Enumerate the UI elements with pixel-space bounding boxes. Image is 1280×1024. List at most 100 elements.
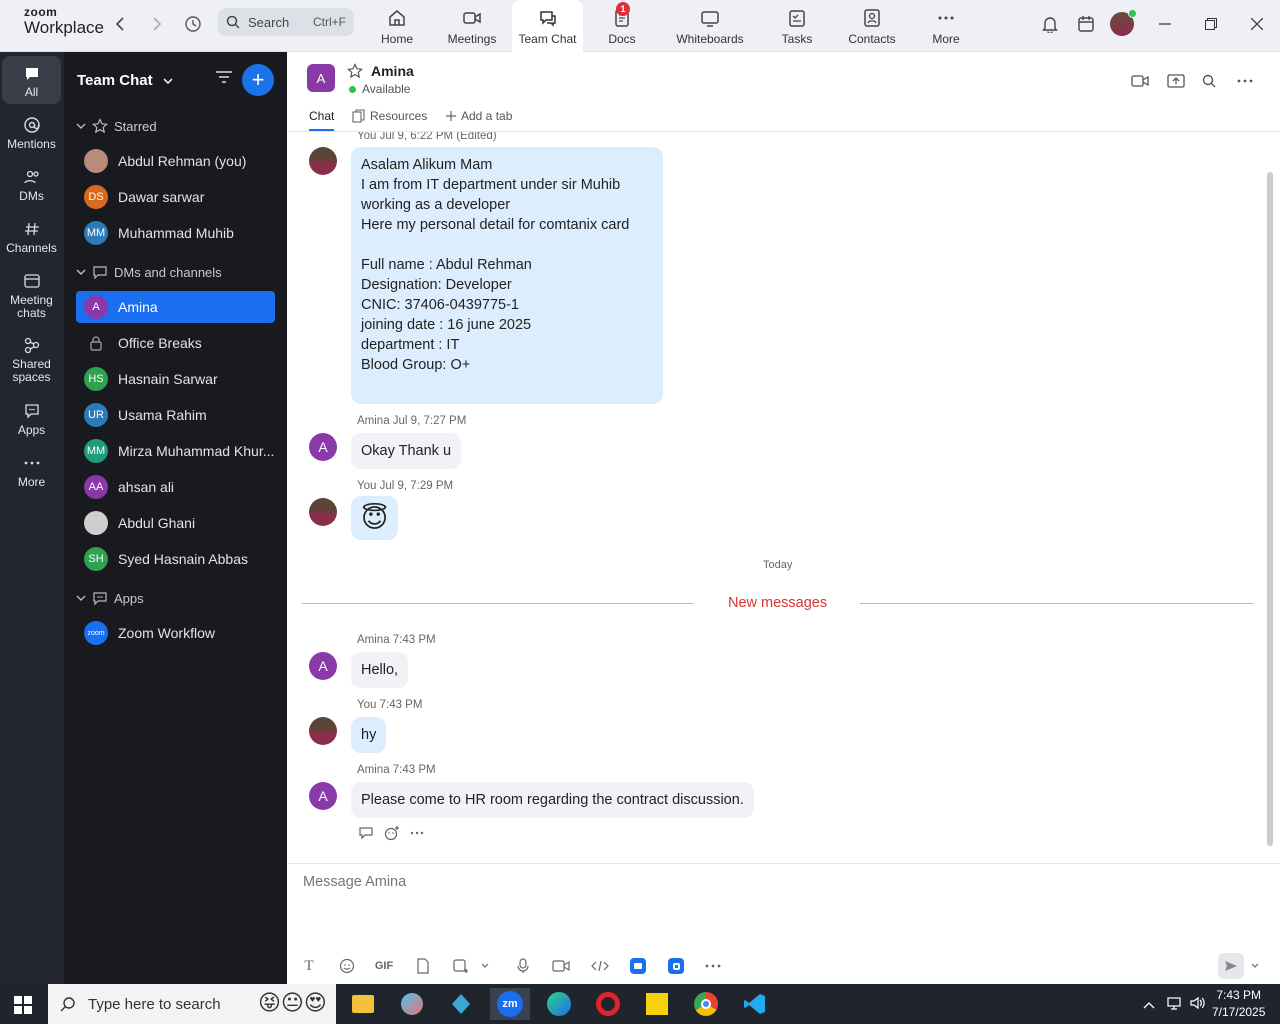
tab-docs[interactable]: 1 Docs [600,0,644,52]
tab-team-chat[interactable]: Team Chat [512,0,583,52]
tab-add[interactable]: Add a tab [445,109,512,123]
rail-dms[interactable]: DMs [2,168,61,203]
chat-list-item[interactable]: A Amina [76,291,275,323]
file-icon[interactable] [413,956,433,976]
message-bubble[interactable]: Asalam Alikum Mam I am from IT department… [351,147,663,404]
system-clock[interactable]: 7:43 PM 7/17/2025 [1212,987,1265,1021]
chat-list-item[interactable]: AA ahsan ali [76,471,275,503]
rail-all[interactable]: All [2,56,61,104]
tab-meetings[interactable]: Meetings [444,0,500,52]
zoom-taskbar-icon[interactable]: zm [490,988,530,1020]
tab-contacts[interactable]: Contacts [847,0,897,52]
more-dots-icon[interactable] [703,956,723,976]
rail-mentions[interactable]: Mentions [2,116,61,151]
microphone-icon[interactable] [513,956,533,976]
avatar[interactable]: A [309,782,337,810]
chat-list-item[interactable]: Office Breaks [76,327,275,359]
message-bubble[interactable]: 😇 [351,496,399,540]
tab-resources[interactable]: Resources [352,109,427,123]
message-list[interactable]: You Jul 9, 6:22 PM (Edited) Asalam Aliku… [287,132,1280,862]
star-icon[interactable] [347,63,363,79]
code-snippet-icon[interactable] [590,956,610,976]
search-icon[interactable] [1198,70,1220,92]
tab-chat[interactable]: Chat [309,109,335,131]
add-reaction-icon[interactable] [384,825,400,841]
forward-icon[interactable] [145,12,169,36]
global-search[interactable]: Search Ctrl+F [218,8,354,36]
vscode-icon[interactable] [737,988,773,1020]
volume-icon[interactable] [1189,995,1205,1016]
restore-icon[interactable] [1197,12,1225,36]
video-message-icon[interactable] [551,956,571,976]
team-chat-header[interactable]: Team Chat [77,72,173,89]
screenshot-icon[interactable] [450,956,470,976]
chat-list-item[interactable]: DS Dawar sarwar [76,181,275,213]
windows-start-icon[interactable] [14,996,32,1019]
network-icon[interactable] [1166,995,1182,1016]
rail-channels[interactable]: Channels [2,220,61,255]
message-bubble[interactable]: Hello, [351,652,409,688]
history-icon[interactable] [181,12,205,36]
video-call-icon[interactable] [1129,70,1151,92]
rail-apps[interactable]: Apps [2,402,61,437]
chevron-down-icon[interactable] [475,956,495,976]
opera-icon[interactable] [590,988,626,1020]
file-explorer-icon[interactable] [345,988,381,1020]
profile-avatar[interactable] [1108,9,1137,36]
calendar-icon[interactable] [1072,12,1100,36]
tab-home[interactable]: Home [372,0,422,52]
contact-avatar[interactable]: A [307,64,335,92]
chat-list-item[interactable]: zoom Zoom Workflow [76,617,275,649]
tab-more[interactable]: More [928,0,964,52]
tab-tasks[interactable]: Tasks [776,0,818,52]
chat-list-item[interactable]: MM Muhammad Muhib [76,217,275,249]
chat-list-item[interactable]: HS Hasnain Sarwar [76,363,275,395]
chevron-down-icon[interactable] [1245,956,1265,976]
back-icon[interactable] [108,12,132,36]
more-dots-icon[interactable] [410,831,424,835]
chat-list-item[interactable]: UR Usama Rahim [76,399,275,431]
text-format-icon[interactable]: T [299,956,319,976]
avatar[interactable]: A [309,433,337,461]
message-input[interactable]: Message Amina [303,874,406,890]
chat-list-item[interactable]: SH Syed Hasnain Abbas [76,543,275,575]
section-dms-channels[interactable]: DMs and channels [76,264,222,280]
rail-more[interactable]: More [2,454,61,489]
avatar[interactable] [309,498,337,526]
emoji-icon[interactable] [337,956,357,976]
avatar[interactable]: A [309,652,337,680]
sticky-notes-icon[interactable] [639,988,675,1020]
bell-icon[interactable] [1036,12,1064,36]
new-chat-button[interactable]: + [242,64,274,96]
gif-button[interactable]: GIF [374,956,394,976]
reply-icon[interactable] [358,826,374,840]
taskbar-search[interactable]: Type here to search 😝😐😍 [48,984,336,1024]
app-gem-icon[interactable] [443,988,479,1020]
rail-shared-spaces[interactable]: Shared spaces [2,336,61,384]
scrollbar[interactable] [1267,172,1273,846]
message-bubble[interactable]: Okay Thank u [351,433,462,469]
chat-list-item[interactable]: Abdul Ghani [76,507,275,539]
chrome-icon[interactable] [688,988,724,1020]
section-apps[interactable]: Apps [76,590,144,606]
contact-name[interactable]: Amina [371,63,414,79]
tab-whiteboards[interactable]: Whiteboards [670,0,750,52]
avatar[interactable] [309,717,337,745]
avatar[interactable] [309,147,337,175]
more-options-icon[interactable] [1234,70,1256,92]
rail-meeting-chats[interactable]: Meeting chats [2,272,61,320]
close-icon[interactable] [1243,12,1271,36]
paint-app-icon[interactable] [394,988,430,1020]
send-icon[interactable] [1218,953,1244,979]
share-screen-icon[interactable] [1165,70,1187,92]
chevron-up-icon[interactable] [1143,996,1155,1014]
message-bubble[interactable]: Please come to HR room regarding the con… [351,782,754,818]
edge-icon[interactable] [541,988,577,1020]
message-bubble[interactable]: hy [351,717,387,753]
chat-list-item[interactable]: Abdul Rehman (you) [76,145,275,177]
section-starred[interactable]: Starred [76,118,157,134]
minimize-icon[interactable] [1151,12,1179,36]
app-icon-blue-2[interactable] [666,956,686,976]
app-icon-blue[interactable] [628,956,648,976]
filter-icon[interactable] [215,70,233,89]
